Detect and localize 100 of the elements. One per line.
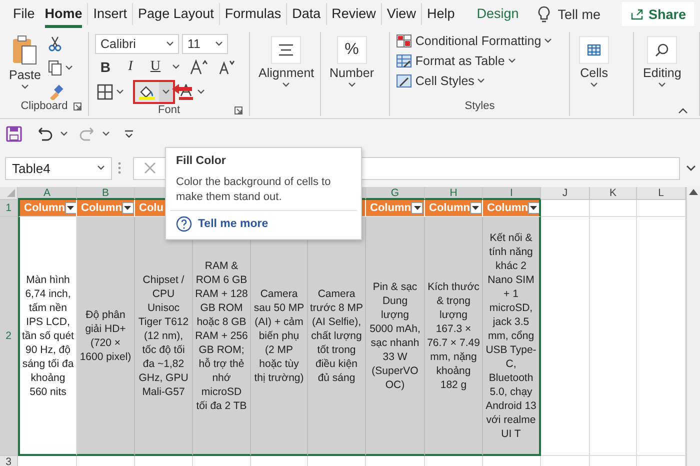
filter-dropdown[interactable] [411, 202, 423, 214]
italic-button[interactable]: I [122, 59, 138, 75]
ribbon-tab[interactable]: Insert [88, 3, 134, 25]
ribbon-tab[interactable]: File [8, 3, 40, 25]
caret-icon [124, 206, 132, 210]
ribbon-tab[interactable]: Design [472, 3, 524, 25]
column-header[interactable]: J [541, 187, 590, 200]
font-size-field[interactable]: 11 [182, 34, 228, 54]
empty-cell[interactable] [541, 217, 590, 456]
column-header[interactable]: K [590, 187, 637, 200]
select-all-corner[interactable] [0, 187, 18, 200]
caret-icon [658, 82, 666, 88]
number-button[interactable]: % Number [326, 34, 377, 116]
caret-icon [162, 89, 170, 95]
save-icon[interactable] [6, 126, 22, 142]
customize-icon[interactable] [124, 129, 134, 139]
row-header[interactable]: 2 [0, 217, 18, 456]
cells-button[interactable]: Cells [576, 34, 612, 116]
scissors-icon[interactable] [48, 36, 62, 52]
ribbon-tab[interactable]: View [382, 3, 422, 25]
copy-icon[interactable] [48, 60, 62, 76]
caret-icon [530, 206, 538, 210]
column-header[interactable]: H [425, 187, 483, 200]
close-icon [144, 162, 156, 174]
paintbrush-icon[interactable] [48, 84, 64, 100]
caret-icon [544, 38, 552, 44]
empty-cell[interactable] [590, 200, 637, 217]
shrink-font-icon[interactable] [218, 59, 236, 75]
share-button[interactable]: Share [622, 2, 694, 26]
ribbon-tab[interactable]: Review [326, 3, 382, 25]
caret-icon [97, 165, 105, 171]
scroll-up-icon[interactable] [689, 189, 698, 195]
table-cell: Kết nối & tính năng khác 2 Nano SIM + 1 microSD, jack 3.5 mm, cổng USB Type-C, Bluetooth 5.0, chạy Android 13 với realme UI T [483, 217, 541, 456]
corner-triangle-icon [7, 189, 15, 197]
collapse-icon[interactable] [678, 108, 688, 114]
caret-icon [414, 206, 420, 210]
column-header[interactable]: B [77, 187, 135, 200]
redo-icon[interactable] [78, 126, 96, 142]
filter-dropdown[interactable] [528, 202, 539, 214]
column-header[interactable]: A [18, 187, 77, 200]
caret-icon [215, 41, 224, 47]
styles-menu-button[interactable]: Format as Table [396, 54, 552, 68]
caret-icon [477, 78, 486, 84]
expand-icon[interactable] [686, 165, 696, 171]
ribbon-tab[interactable]: Home [40, 3, 88, 25]
caret-icon [172, 64, 180, 70]
borders-icon[interactable] [97, 84, 114, 100]
caret-icon [102, 131, 110, 137]
editing-button[interactable]: Editing [640, 34, 684, 116]
cells-icon [587, 44, 602, 56]
ribbon-tab[interactable]: Formulas [220, 3, 288, 25]
column-header[interactable]: G [366, 187, 425, 200]
grip-icon [118, 162, 121, 174]
caret-icon [67, 206, 74, 210]
underline-button[interactable]: U [147, 59, 164, 75]
table-cell: Kích thước & trọng lượng 167.3 × 76.7 × 7.49 mm, nặng khoảng 182 g [425, 217, 483, 456]
caret-icon [282, 82, 290, 88]
header-label: Column [429, 202, 470, 214]
table-cell: Pin & sạc Dung lượng 5000 mAh, sạc nhanh 33 W (SuperVOOC) [366, 217, 425, 456]
caret-icon [60, 131, 68, 137]
table-cell: Độ phân giải HD+ (720 × 1600 pixel) [77, 217, 135, 456]
filter-dropdown[interactable] [122, 202, 134, 214]
share-icon [630, 8, 644, 20]
tell-me-search[interactable]: Tell me [558, 6, 600, 22]
row-header[interactable]: 1 [0, 200, 18, 217]
tooltip-description: Color the background of cells to make them stand out. [175, 175, 332, 205]
launcher-icon [73, 102, 82, 111]
launcher-icon [234, 106, 243, 115]
ribbon-tab[interactable]: Data [287, 3, 327, 25]
fill-color-button[interactable] [133, 80, 176, 104]
ribbon-tab[interactable]: Help [422, 3, 460, 25]
styles-menu-button[interactable]: Conditional Formatting [396, 34, 552, 48]
filter-dropdown[interactable] [64, 202, 76, 214]
alignment-button[interactable]: Alignment [256, 34, 318, 116]
pointer-arrow [172, 84, 192, 94]
header-label: Column [487, 202, 528, 214]
font-name-field[interactable]: Calibri [95, 34, 180, 54]
column-header[interactable]: L [637, 187, 686, 200]
caret-icon [590, 82, 598, 88]
format-table-icon [396, 54, 412, 68]
header-label: Column [370, 202, 411, 214]
paste-button[interactable]: Paste [6, 32, 44, 100]
group-label: Clipboard [20, 100, 68, 112]
empty-cell[interactable] [590, 217, 637, 456]
grow-font-icon[interactable] [189, 59, 210, 75]
filter-dropdown[interactable] [470, 202, 482, 214]
row-header[interactable]: 3 [0, 456, 18, 466]
percent-symbol: % [336, 36, 367, 64]
bold-button[interactable]: B [97, 59, 114, 75]
undo-icon[interactable] [36, 126, 54, 142]
name-box[interactable]: Table4 [5, 156, 112, 180]
column-header[interactable]: I [483, 187, 541, 200]
styles-menu-button[interactable]: Cell Styles [396, 74, 552, 88]
cell-styles-icon [396, 74, 412, 88]
clipboard-icon [10, 34, 39, 66]
caret-icon [197, 89, 206, 95]
caret-icon [348, 82, 356, 88]
tell-me-more-link[interactable]: Tell me more [198, 218, 268, 230]
font-color-icon[interactable] [178, 84, 194, 100]
ribbon-tab[interactable]: Page Layout [133, 3, 220, 25]
